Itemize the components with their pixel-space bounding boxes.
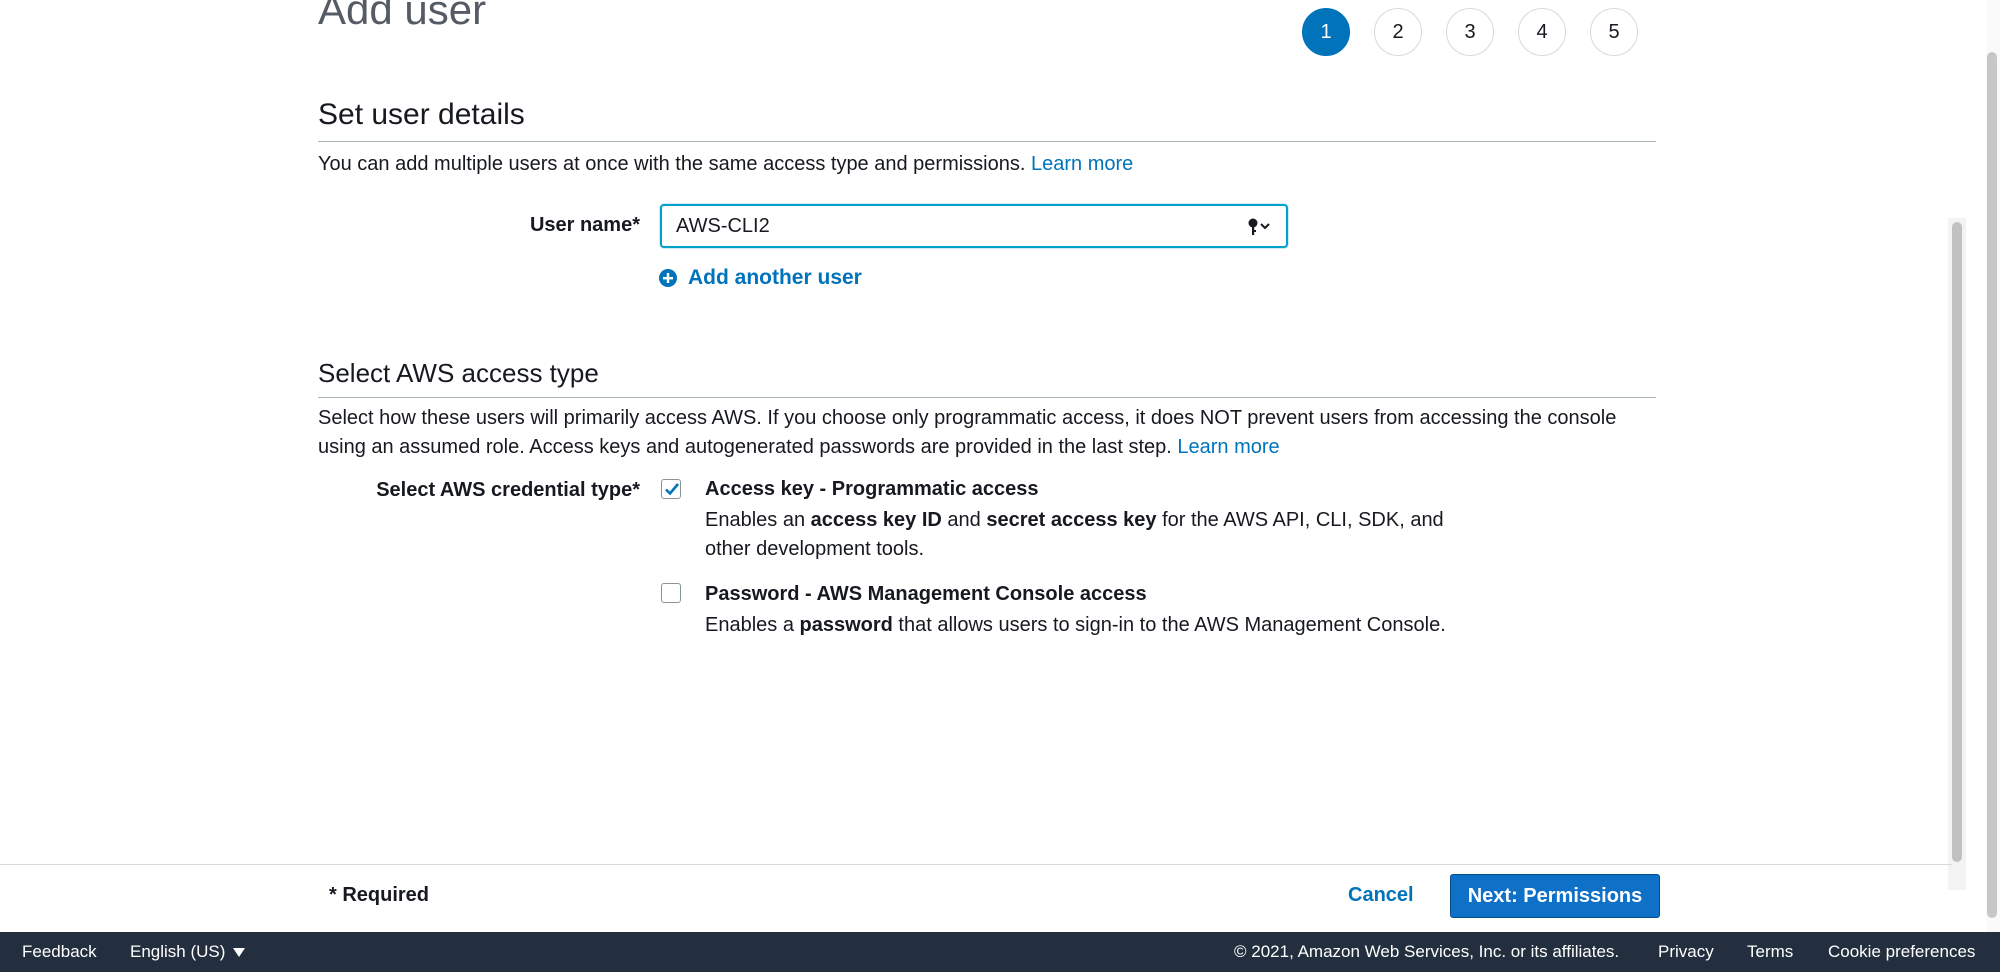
- wizard-steps: 1 2 3 4 5: [1302, 8, 1638, 56]
- plus-circle-icon: [659, 269, 677, 287]
- checkmark-icon: [665, 483, 679, 496]
- section-divider: [318, 397, 1656, 398]
- desc-text: Enables a: [705, 614, 800, 636]
- user-name-label: User name*: [529, 214, 640, 236]
- privacy-link[interactable]: Privacy: [1658, 942, 1714, 962]
- content-scrollbar-thumb[interactable]: [1952, 222, 1962, 862]
- terms-link[interactable]: Terms: [1747, 942, 1793, 962]
- access-description-text: Select how these users will primarily ac…: [318, 407, 1617, 458]
- cancel-button[interactable]: Cancel: [1348, 884, 1414, 907]
- desc-text: that allows users to sign-in to the AWS …: [892, 614, 1446, 636]
- credential-type-label: Select AWS credential type*: [376, 479, 640, 501]
- console-footer-bar: Feedback English (US) © 2021, Amazon Web…: [0, 932, 2000, 972]
- section-divider: [318, 141, 1656, 142]
- language-label: English (US): [130, 942, 226, 961]
- desc-bold: password: [799, 614, 893, 636]
- desc-text: and: [941, 509, 987, 531]
- step-3[interactable]: 3: [1446, 8, 1494, 56]
- access-key-option-description: Enables an access key ID and secret acce…: [705, 506, 1465, 564]
- desc-bold: secret access key: [986, 509, 1157, 531]
- password-option-title: Password - AWS Management Console access: [705, 583, 1147, 605]
- learn-more-link[interactable]: Learn more: [1031, 153, 1133, 175]
- feedback-link[interactable]: Feedback: [22, 942, 97, 962]
- page-scrollbar-thumb[interactable]: [1987, 52, 1997, 918]
- password-option-description: Enables a password that allows users to …: [705, 611, 1505, 640]
- details-description-text: You can add multiple users at once with …: [318, 153, 1026, 175]
- learn-more-link[interactable]: Learn more: [1177, 436, 1279, 458]
- page-title: Add user: [318, 0, 487, 33]
- copyright-text: © 2021, Amazon Web Services, Inc. or its…: [1234, 942, 1620, 961]
- access-description: Select how these users will primarily ac…: [318, 404, 1658, 462]
- add-another-user-label: Add another user: [688, 266, 862, 289]
- user-name-value: AWS-CLI2: [676, 214, 770, 237]
- cookie-preferences-link[interactable]: Cookie preferences: [1828, 942, 1975, 962]
- user-name-input[interactable]: AWS-CLI2: [660, 204, 1288, 248]
- desc-text: for the AWS API, CLI, SDK, and: [1156, 509, 1444, 531]
- access-key-checkbox[interactable]: [661, 479, 681, 499]
- add-another-user-button[interactable]: Add another user: [658, 266, 862, 290]
- step-4[interactable]: 4: [1518, 8, 1566, 56]
- footer-divider: [0, 864, 1952, 865]
- caret-down-icon: [233, 948, 246, 958]
- step-1[interactable]: 1: [1302, 8, 1350, 56]
- access-key-option-title: Access key - Programmatic access: [705, 478, 1039, 500]
- desc-bold: access key ID: [810, 509, 942, 531]
- step-5[interactable]: 5: [1590, 8, 1638, 56]
- password-checkbox[interactable]: [661, 583, 681, 603]
- required-note: * Required: [329, 884, 430, 906]
- section-title-access-type: Select AWS access type: [318, 358, 599, 388]
- section-title-user-details: Set user details: [318, 98, 525, 131]
- language-selector[interactable]: English (US): [130, 942, 246, 962]
- key-icon[interactable]: [1248, 217, 1272, 237]
- step-2[interactable]: 2: [1374, 8, 1422, 56]
- next-permissions-button[interactable]: Next: Permissions: [1450, 874, 1660, 918]
- desc-text: Enables an: [705, 509, 811, 531]
- desc-text: other development tools.: [705, 538, 925, 560]
- details-description: You can add multiple users at once with …: [318, 150, 1133, 179]
